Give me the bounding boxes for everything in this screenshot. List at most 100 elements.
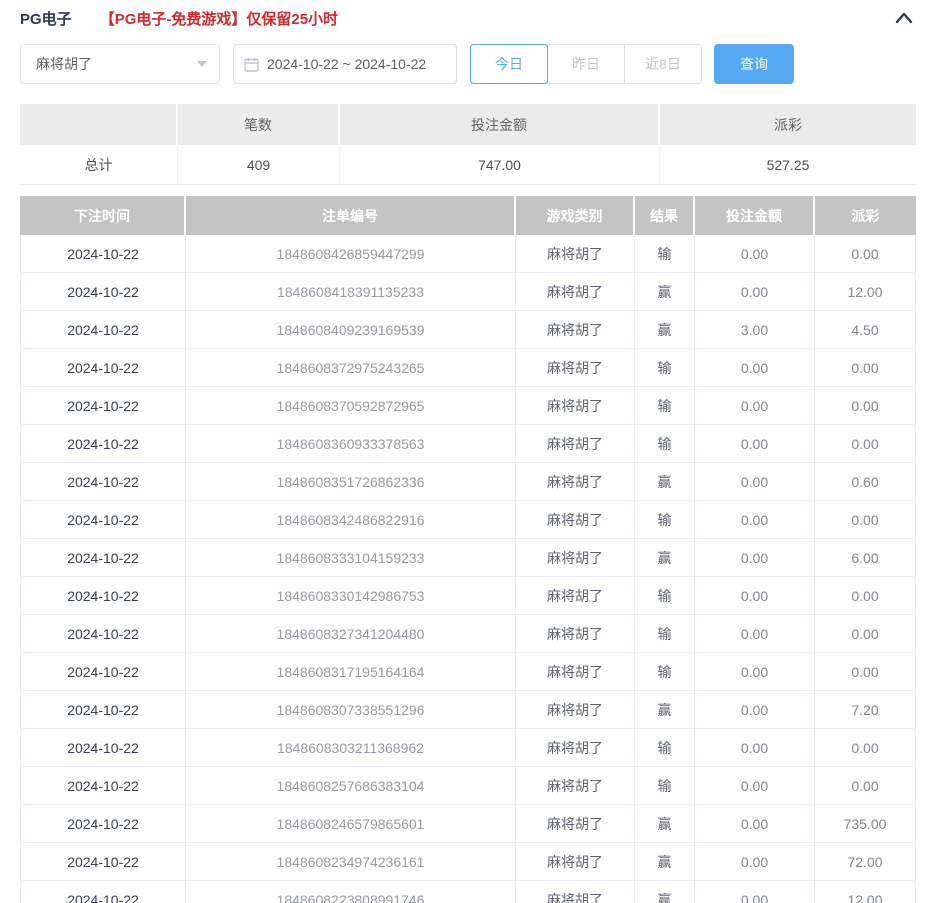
cell-game-type: 麻将胡了	[516, 539, 635, 577]
game-select-value: 麻将胡了	[36, 56, 92, 72]
cell-result: 赢	[635, 273, 695, 311]
cell-payout: 0.00	[815, 349, 916, 387]
calendar-icon	[244, 57, 259, 72]
summary-header-empty	[20, 104, 178, 145]
cell-bet-id: 1848608303211368962	[186, 729, 516, 767]
cell-bet-id: 1848608223808991746	[186, 881, 516, 903]
chevron-up-icon	[895, 12, 913, 24]
cell-payout: 72.00	[815, 843, 916, 881]
cell-result: 输	[635, 577, 695, 615]
cell-result: 赢	[635, 539, 695, 577]
date-range-input[interactable]: 2024-10-22 ~ 2024-10-22	[233, 44, 457, 84]
summary-table: 笔数 投注金额 派彩 总计 409 747.00 527.25	[20, 104, 916, 185]
cell-result: 赢	[635, 881, 695, 903]
cell-game-type: 麻将胡了	[516, 273, 635, 311]
cell-payout: 0.00	[815, 577, 916, 615]
cell-bet-id: 1848608426859447299	[186, 235, 516, 273]
cell-bet-id: 1848608370592872965	[186, 387, 516, 425]
table-row: 2024-10-22 1848608333104159233 麻将胡了赢 0.00 6.…	[20, 539, 916, 577]
summary-total-bet-amount: 747.00	[340, 145, 660, 185]
cell-bet-time: 2024-10-22	[20, 235, 186, 273]
records-header-row: 下注时间 注单编号 游戏类别 结果 投注金额 派彩	[20, 196, 916, 235]
summary-header-bet-amount: 投注金额	[340, 104, 660, 145]
records-header-bet-amount: 投注金额	[695, 196, 815, 235]
cell-bet-amount: 0.00	[695, 577, 815, 615]
betting-records-panel: PG电子 【PG电子-免费游戏】仅保留25小时 麻将胡了 2024-10-22 …	[0, 0, 948, 903]
cell-bet-time: 2024-10-22	[20, 805, 186, 843]
chevron-down-icon	[197, 61, 207, 67]
filter-bar: 麻将胡了 2024-10-22 ~ 2024-10-22 今日 昨日 近8日 查…	[20, 44, 916, 84]
summary-header-payout: 派彩	[660, 104, 916, 145]
cell-payout: 7.20	[815, 691, 916, 729]
cell-bet-amount: 0.00	[695, 729, 815, 767]
cell-bet-amount: 0.00	[695, 767, 815, 805]
cell-game-type: 麻将胡了	[516, 767, 635, 805]
cell-bet-id: 1848608342486822916	[186, 501, 516, 539]
cell-game-type: 麻将胡了	[516, 235, 635, 273]
cell-bet-id: 1848608409239169539	[186, 311, 516, 349]
cell-payout: 735.00	[815, 805, 916, 843]
cell-bet-time: 2024-10-22	[20, 463, 186, 501]
cell-result: 输	[635, 501, 695, 539]
cell-bet-id: 1848608372975243265	[186, 349, 516, 387]
quick-btn-yesterday[interactable]: 昨日	[547, 44, 625, 84]
quick-btn-today[interactable]: 今日	[470, 44, 548, 84]
records-header-bet-time: 下注时间	[20, 196, 186, 235]
collapse-panel-button[interactable]	[892, 6, 916, 30]
cell-result: 输	[635, 653, 695, 691]
cell-game-type: 麻将胡了	[516, 691, 635, 729]
cell-result: 输	[635, 387, 695, 425]
cell-bet-time: 2024-10-22	[20, 387, 186, 425]
table-row: 2024-10-22 1848608327341204480 麻将胡了输 0.00 0.…	[20, 615, 916, 653]
cell-game-type: 麻将胡了	[516, 387, 635, 425]
game-select[interactable]: 麻将胡了	[20, 44, 220, 84]
cell-result: 输	[635, 425, 695, 463]
cell-game-type: 麻将胡了	[516, 843, 635, 881]
cell-bet-amount: 0.00	[695, 235, 815, 273]
table-row: 2024-10-22 1848608342486822916 麻将胡了输 0.00 0.…	[20, 501, 916, 539]
cell-bet-time: 2024-10-22	[20, 881, 186, 903]
cell-bet-amount: 0.00	[695, 463, 815, 501]
cell-bet-id: 1848608234974236161	[186, 843, 516, 881]
cell-bet-time: 2024-10-22	[20, 273, 186, 311]
cell-result: 输	[635, 349, 695, 387]
cell-bet-id: 1848608418391135233	[186, 273, 516, 311]
summary-total-label: 总计	[20, 145, 178, 185]
cell-bet-time: 2024-10-22	[20, 767, 186, 805]
table-row: 2024-10-22 1848608307338551296 麻将胡了赢 0.00 7.…	[20, 691, 916, 729]
cell-result: 赢	[635, 805, 695, 843]
cell-bet-id: 1848608333104159233	[186, 539, 516, 577]
search-button[interactable]: 查询	[714, 44, 794, 84]
table-row: 2024-10-22 1848608234974236161 麻将胡了赢 0.00 72…	[20, 843, 916, 881]
cell-bet-time: 2024-10-22	[20, 311, 186, 349]
cell-result: 赢	[635, 843, 695, 881]
cell-bet-id: 1848608246579865601	[186, 805, 516, 843]
cell-bet-amount: 0.00	[695, 805, 815, 843]
table-row: 2024-10-22 1848608426859447299 麻将胡了输 0.00 0.…	[20, 235, 916, 273]
cell-bet-time: 2024-10-22	[20, 501, 186, 539]
cell-payout: 0.00	[815, 615, 916, 653]
cell-bet-time: 2024-10-22	[20, 729, 186, 767]
cell-result: 输	[635, 235, 695, 273]
records-table: 下注时间 注单编号 游戏类别 结果 投注金额 派彩 2024-10-22 1848…	[20, 196, 916, 903]
cell-game-type: 麻将胡了	[516, 349, 635, 387]
table-row: 2024-10-22 1848608351726862336 麻将胡了赢 0.00 0.…	[20, 463, 916, 501]
cell-payout: 4.50	[815, 311, 916, 349]
cell-game-type: 麻将胡了	[516, 615, 635, 653]
summary-total-payout: 527.25	[660, 145, 916, 185]
cell-payout: 0.00	[815, 653, 916, 691]
cell-bet-time: 2024-10-22	[20, 577, 186, 615]
cell-payout: 0.00	[815, 767, 916, 805]
cell-game-type: 麻将胡了	[516, 501, 635, 539]
cell-bet-id: 1848608351726862336	[186, 463, 516, 501]
cell-bet-amount: 3.00	[695, 311, 815, 349]
table-row: 2024-10-22 1848608223808991746 麻将胡了赢 0.00 12…	[20, 881, 916, 903]
cell-bet-time: 2024-10-22	[20, 843, 186, 881]
cell-bet-id: 1848608317195164164	[186, 653, 516, 691]
table-row: 2024-10-22 1848608330142986753 麻将胡了输 0.00 0.…	[20, 577, 916, 615]
quick-btn-last8days[interactable]: 近8日	[624, 44, 702, 84]
cell-bet-id: 1848608330142986753	[186, 577, 516, 615]
cell-game-type: 麻将胡了	[516, 729, 635, 767]
cell-payout: 6.00	[815, 539, 916, 577]
cell-bet-id: 1848608257686383104	[186, 767, 516, 805]
